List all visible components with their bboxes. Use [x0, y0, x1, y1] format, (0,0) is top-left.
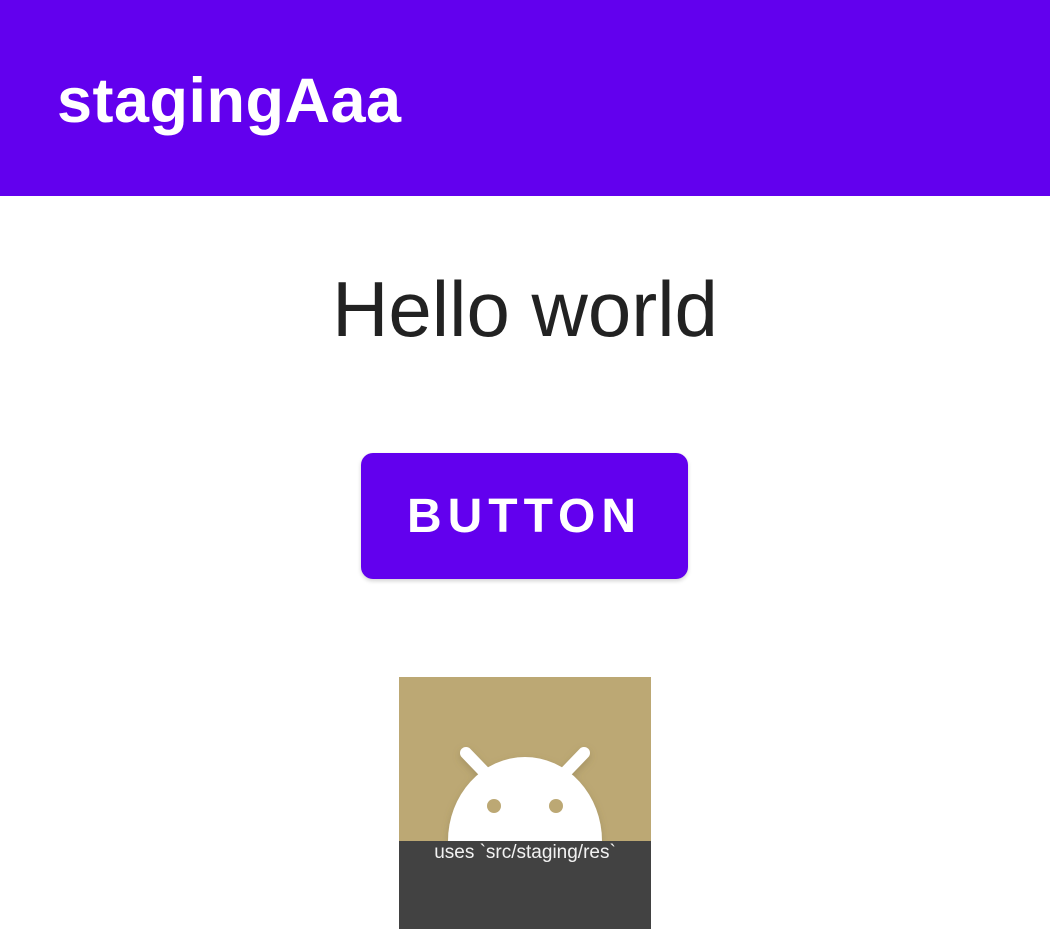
- app-title: stagingAaa: [57, 66, 402, 136]
- image-caption: uses `src/staging/res`: [434, 842, 616, 863]
- app-bar: stagingAaa: [0, 0, 1050, 196]
- primary-button[interactable]: BUTTON: [361, 453, 688, 579]
- greeting-text: Hello world: [332, 265, 718, 353]
- launcher-icon-image: uses `src/staging/res`: [399, 677, 651, 929]
